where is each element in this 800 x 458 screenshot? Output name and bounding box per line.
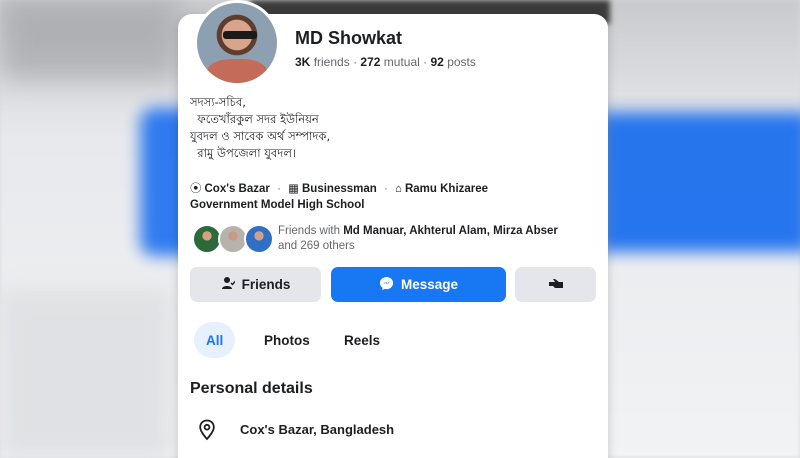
- detail-separator: ·: [277, 183, 281, 195]
- tab-reels[interactable]: Reels: [332, 322, 392, 358]
- person-check-icon: [221, 276, 236, 293]
- friends-button[interactable]: Friends: [190, 267, 321, 302]
- briefcase-icon: ▦: [288, 183, 299, 195]
- avatar[interactable]: [194, 0, 280, 86]
- mutual-friends-text: Friends with Md Manuar, Akhterul Alam, M…: [278, 224, 578, 254]
- location-pin-icon: ⦿: [190, 183, 202, 195]
- detail-work: Businessman: [302, 183, 377, 195]
- friends-button-label: Friends: [241, 277, 291, 292]
- stats-separator: ·: [423, 55, 428, 69]
- detail-location: Cox's Bazar: [204, 183, 270, 195]
- avatar-shirt: [207, 59, 267, 83]
- mutual-friend-avatar: [244, 224, 274, 254]
- location-pin-icon: [198, 419, 216, 441]
- mutual-friends-row[interactable]: Friends with Md Manuar, Akhterul Alam, M…: [190, 222, 600, 256]
- detail-school: Ramu Khizaree: [404, 183, 489, 195]
- tab-all[interactable]: All: [194, 322, 236, 358]
- mutual-friends-prefix: Friends with: [278, 225, 344, 237]
- friends-count-label: friends: [313, 55, 350, 69]
- message-button-label: Message: [400, 277, 459, 292]
- profile-intro-details: ⦿ Cox's Bazar · ▦ Businessman · ⌂ Ramu Khiz…: [190, 181, 600, 213]
- more-options-button[interactable]: [515, 267, 596, 302]
- profile-stats: 3K friends · 272 mutual · 92 posts: [295, 55, 476, 69]
- stats-separator: ·: [353, 55, 358, 69]
- mutual-count-label: mutual: [383, 55, 420, 69]
- detail-school-line2: Government Model High School: [190, 199, 365, 211]
- profile-card: MD Showkat 3K friends · 272 mutual · 92 …: [178, 0, 608, 458]
- background-blur-grey: [0, 290, 170, 458]
- profile-bio: সদস্য-সচিব, ফতেখাঁরকুল সদর ইউনিয়ন যুবদল…: [190, 95, 331, 160]
- tab-photos[interactable]: Photos: [252, 322, 322, 358]
- detail-separator: ·: [383, 183, 388, 195]
- background-blur-blue-right: [600, 112, 800, 252]
- mutual-friends-avatars: [192, 224, 282, 254]
- school-icon: ⌂: [395, 183, 402, 195]
- personal-detail-location-label: Cox's Bazar, Bangladesh: [240, 422, 395, 437]
- posts-count-label: posts: [447, 55, 476, 69]
- friends-count[interactable]: 3K: [295, 55, 310, 69]
- message-button[interactable]: Message: [331, 267, 506, 302]
- posts-count[interactable]: 92: [431, 55, 444, 69]
- personal-details-title: Personal details: [190, 380, 313, 397]
- mutual-friends-names[interactable]: Md Manuar, Akhterul Alam, Mirza Abser: [343, 225, 558, 237]
- mutual-friends-suffix[interactable]: and 269 others: [278, 240, 355, 252]
- avatar-glasses: [223, 31, 257, 39]
- profile-tabs: All Photos Reels: [190, 322, 600, 358]
- hand-pointing-icon: [548, 277, 564, 293]
- personal-detail-location[interactable]: Cox's Bazar, Bangladesh: [190, 415, 600, 445]
- background-blur-dark: [0, 0, 180, 80]
- mutual-count[interactable]: 272: [360, 55, 380, 69]
- profile-name[interactable]: MD Showkat: [295, 28, 402, 49]
- messenger-icon: [379, 276, 394, 294]
